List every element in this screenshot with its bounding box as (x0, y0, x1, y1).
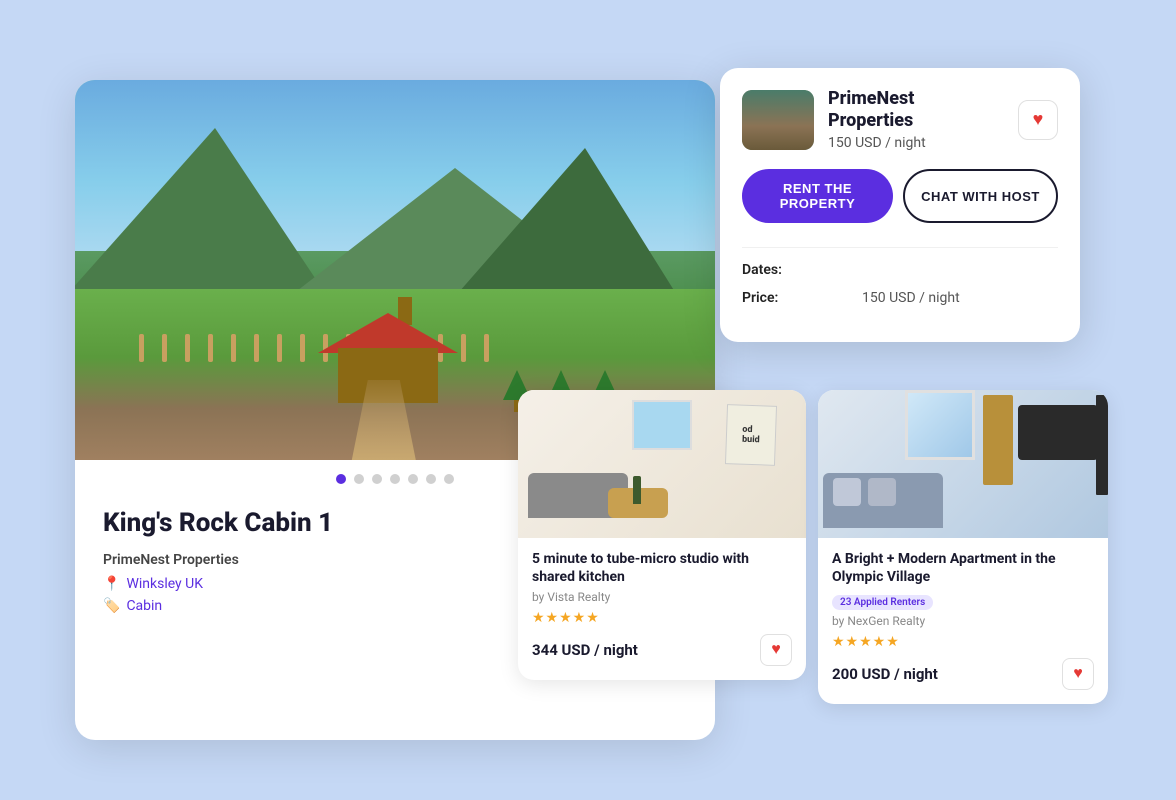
listing-heart-icon-2: ♥ (1073, 665, 1083, 683)
booking-card: PrimeNest Properties 150 USD / night ♥ R… (720, 68, 1080, 342)
listing-by-1: by Vista Realty (532, 590, 792, 604)
booking-title-area: PrimeNest Properties 150 USD / night (828, 88, 1004, 151)
listing-body-1: 5 minute to tube-micro studio with share… (518, 538, 806, 680)
listing-card-1[interactable]: odbuid 5 minute to tube-micro studio wit… (518, 390, 806, 680)
listing-title-2: A Bright + Modern Apartment in the Olymp… (832, 550, 1094, 586)
heart-icon: ♥ (1033, 109, 1044, 130)
dot-2[interactable] (354, 474, 364, 484)
dot-1[interactable] (336, 474, 346, 484)
applied-badge: 23 Applied Renters (832, 595, 933, 610)
listing-by-2: by NexGen Realty (832, 614, 1094, 628)
dot-3[interactable] (372, 474, 382, 484)
booking-price: 150 USD / night (828, 135, 1004, 151)
dot-7[interactable] (444, 474, 454, 484)
favorite-button[interactable]: ♥ (1018, 100, 1058, 140)
chat-with-host-button[interactable]: CHAT WITH HOST (903, 169, 1058, 223)
tag-icon: 🏷️ (103, 598, 120, 614)
listing-stars-1: ★★★★★ (532, 610, 792, 626)
booking-details: Dates: Price: 150 USD / night (742, 247, 1058, 306)
price-row: Price: 150 USD / night (742, 290, 1058, 306)
listing-favorite-2[interactable]: ♥ (1062, 658, 1094, 690)
listing-image-1: odbuid (518, 390, 806, 538)
listing-stars-2: ★★★★★ (832, 634, 1094, 650)
dot-5[interactable] (408, 474, 418, 484)
listing-image-2 (818, 390, 1108, 538)
listing-price-2: 200 USD / night (832, 665, 938, 683)
rent-property-button[interactable]: RENT THE PROPERTY (742, 169, 893, 223)
dot-6[interactable] (426, 474, 436, 484)
listing-price-1: 344 USD / night (532, 641, 638, 659)
location-text: Winksley UK (126, 576, 203, 592)
dates-row: Dates: (742, 262, 1058, 278)
category-text: Cabin (126, 598, 162, 614)
listing-title-1: 5 minute to tube-micro studio with share… (532, 550, 792, 586)
booking-thumbnail (742, 90, 814, 150)
price-label: Price: (742, 290, 802, 306)
booking-actions: RENT THE PROPERTY CHAT WITH HOST (742, 169, 1058, 223)
dates-label: Dates: (742, 262, 802, 278)
price-value: 150 USD / night (862, 290, 960, 306)
booking-company: PrimeNest Properties (828, 88, 1004, 131)
listing-card-2[interactable]: A Bright + Modern Apartment in the Olymp… (818, 390, 1108, 704)
booking-header: PrimeNest Properties 150 USD / night ♥ (742, 88, 1058, 151)
listing-footer-2: 200 USD / night ♥ (832, 658, 1094, 690)
location-icon: 📍 (103, 576, 120, 592)
listing-body-2: A Bright + Modern Apartment in the Olymp… (818, 538, 1108, 704)
listing-heart-icon-1: ♥ (771, 641, 781, 659)
listing-footer-1: 344 USD / night ♥ (532, 634, 792, 666)
listing-favorite-1[interactable]: ♥ (760, 634, 792, 666)
sign: odbuid (725, 404, 777, 466)
dot-4[interactable] (390, 474, 400, 484)
